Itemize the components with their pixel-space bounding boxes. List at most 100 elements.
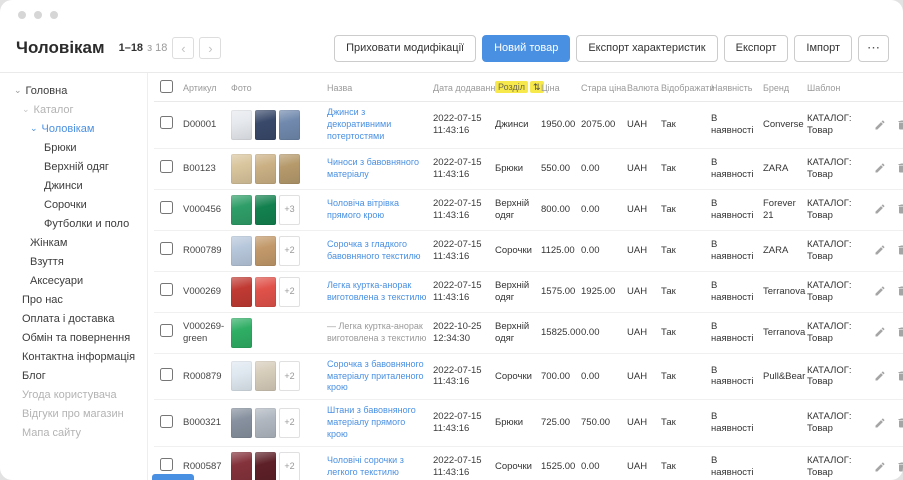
product-thumbnail[interactable] — [231, 236, 252, 266]
row-checkbox[interactable] — [160, 201, 173, 214]
delete-icon[interactable] — [896, 285, 903, 297]
edit-icon[interactable] — [874, 162, 886, 174]
sidebar-item[interactable]: Мапа сайту — [0, 423, 147, 442]
column-header-price[interactable]: Ціна — [538, 73, 578, 102]
sidebar-item[interactable]: Джинси — [0, 176, 147, 195]
delete-icon[interactable] — [896, 326, 903, 338]
column-header-photo[interactable]: Фото — [228, 73, 324, 102]
product-thumbnail[interactable] — [231, 110, 252, 140]
product-thumbnail[interactable] — [255, 195, 276, 225]
window-control-icon[interactable] — [18, 11, 26, 19]
export-characteristics-button[interactable]: Експорт характеристик — [576, 35, 717, 62]
sidebar-item[interactable]: Сорочки — [0, 195, 147, 214]
product-thumbnail[interactable] — [255, 452, 276, 480]
column-header-old-price[interactable]: Стара ціна — [578, 73, 624, 102]
column-header-name[interactable]: Назва — [324, 73, 430, 102]
select-all-checkbox[interactable] — [160, 80, 173, 93]
sidebar-item[interactable]: Обмін та повернення — [0, 328, 147, 347]
chevron-down-icon[interactable]: ⌄ — [30, 124, 38, 133]
delete-icon[interactable] — [896, 244, 903, 256]
prev-page-button[interactable]: ‹ — [172, 37, 194, 59]
sidebar-item[interactable]: Футболки и поло — [0, 214, 147, 233]
more-photos-badge[interactable]: +2 — [279, 277, 300, 307]
window-control-icon[interactable] — [50, 11, 58, 19]
hide-modifications-button[interactable]: Приховати модифікації — [334, 35, 476, 62]
delete-icon[interactable] — [896, 370, 903, 382]
window-control-icon[interactable] — [34, 11, 42, 19]
edit-icon[interactable] — [874, 203, 886, 215]
edit-icon[interactable] — [874, 119, 886, 131]
delete-icon[interactable] — [896, 119, 903, 131]
product-thumbnail[interactable] — [255, 361, 276, 391]
edit-icon[interactable] — [874, 417, 886, 429]
product-thumbnail[interactable] — [279, 110, 300, 140]
product-name-link[interactable]: — Легка куртка-анорак виготовлена з текс… — [327, 321, 426, 343]
sidebar-item[interactable]: Блог — [0, 366, 147, 385]
sidebar-item[interactable]: Жінкам — [0, 233, 147, 252]
product-thumbnail[interactable] — [255, 408, 276, 438]
sidebar-item[interactable]: Контактна інформація — [0, 347, 147, 366]
product-thumbnail[interactable] — [231, 318, 252, 348]
product-thumbnail[interactable] — [231, 195, 252, 225]
product-name-link[interactable]: Джинси з декоративними потертостями — [327, 107, 391, 141]
row-checkbox[interactable] — [160, 458, 173, 471]
chevron-down-icon[interactable]: ⌄ — [22, 105, 30, 114]
row-checkbox[interactable] — [160, 283, 173, 296]
column-header-template[interactable]: Шаблон — [804, 73, 864, 102]
edit-icon[interactable] — [874, 461, 886, 473]
chevron-down-icon[interactable]: ⌄ — [14, 86, 22, 95]
product-thumbnail[interactable] — [231, 408, 252, 438]
sidebar-item[interactable]: Аксесуари — [0, 271, 147, 290]
sidebar-item[interactable]: Взуття — [0, 252, 147, 271]
edit-icon[interactable] — [874, 370, 886, 382]
product-thumbnail[interactable] — [279, 154, 300, 184]
column-header-section[interactable]: Розділ⇅ — [492, 73, 538, 102]
product-name-link[interactable]: Чоловічі сорочки з легкого текстилю — [327, 455, 404, 477]
row-checkbox[interactable] — [160, 160, 173, 173]
sidebar-item[interactable]: Угода користувача — [0, 385, 147, 404]
edit-icon[interactable] — [874, 326, 886, 338]
more-actions-button[interactable]: ⋯ — [858, 35, 889, 62]
product-thumbnail[interactable] — [255, 110, 276, 140]
sidebar-item[interactable]: ⌄ Каталог — [0, 100, 147, 119]
sidebar-item[interactable]: Верхній одяг — [0, 157, 147, 176]
new-product-button[interactable]: Новий товар — [482, 35, 570, 62]
import-button[interactable]: Імпорт — [794, 35, 852, 62]
sidebar-item[interactable]: ⌄ Головна — [0, 81, 147, 100]
product-name-link[interactable]: Сорочка з бавовняного матеріалу притален… — [327, 359, 424, 393]
next-page-button[interactable]: › — [199, 37, 221, 59]
sidebar-item[interactable]: ⌄ Чоловікам — [0, 119, 147, 138]
row-checkbox[interactable] — [160, 415, 173, 428]
row-checkbox[interactable] — [160, 324, 173, 337]
product-thumbnail[interactable] — [231, 452, 252, 480]
more-photos-badge[interactable]: +2 — [279, 408, 300, 438]
product-thumbnail[interactable] — [231, 277, 252, 307]
product-name-link[interactable]: Чиноси з бавовняного матеріалу — [327, 157, 419, 179]
product-thumbnail[interactable] — [255, 154, 276, 184]
sidebar-item[interactable]: Оплата і доставка — [0, 309, 147, 328]
column-header-currency[interactable]: Валюта — [624, 73, 658, 102]
delete-icon[interactable] — [896, 461, 903, 473]
sidebar-item[interactable]: Про нас — [0, 290, 147, 309]
edit-icon[interactable] — [874, 244, 886, 256]
more-photos-badge[interactable]: +2 — [279, 361, 300, 391]
more-photos-badge[interactable]: +3 — [279, 195, 300, 225]
more-photos-badge[interactable]: +2 — [279, 236, 300, 266]
product-name-link[interactable]: Легка куртка-анорак виготовлена з тексти… — [327, 280, 426, 302]
partial-bottom-button[interactable] — [152, 474, 194, 480]
export-button[interactable]: Експорт — [724, 35, 789, 62]
column-header-sku[interactable]: Артикул — [180, 73, 228, 102]
edit-icon[interactable] — [874, 285, 886, 297]
delete-icon[interactable] — [896, 417, 903, 429]
column-header-availability[interactable]: Наявність — [708, 73, 760, 102]
sidebar-item[interactable]: Відгуки про магазин — [0, 404, 147, 423]
row-checkbox[interactable] — [160, 368, 173, 381]
product-thumbnail[interactable] — [255, 277, 276, 307]
product-name-link[interactable]: Штани з бавовняного матеріалу прямого кр… — [327, 405, 416, 439]
product-name-link[interactable]: Чоловіча вітрівка прямого крою — [327, 198, 399, 220]
product-thumbnail[interactable] — [255, 236, 276, 266]
product-thumbnail[interactable] — [231, 154, 252, 184]
more-photos-badge[interactable]: +2 — [279, 452, 300, 480]
column-header-date-added[interactable]: Дата додавання — [430, 73, 492, 102]
product-thumbnail[interactable] — [231, 361, 252, 391]
